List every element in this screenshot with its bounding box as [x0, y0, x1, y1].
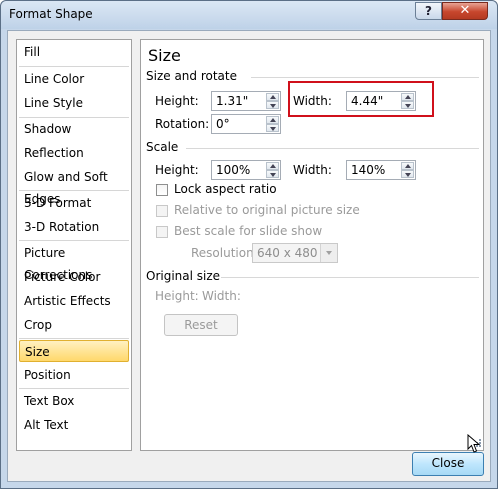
- title-bar[interactable]: Format Shape ? ✕: [1, 1, 497, 29]
- spin-up-icon[interactable]: [401, 93, 414, 101]
- nav-item-text-box[interactable]: Text Box: [19, 390, 129, 412]
- spin-down-icon[interactable]: [266, 124, 279, 132]
- nav-item-position[interactable]: Position: [19, 364, 129, 386]
- best-scale-label: Best scale for slide show: [174, 224, 323, 238]
- size-rotate-heading: Size and rotate: [146, 69, 237, 83]
- close-window-button[interactable]: ✕: [442, 2, 488, 20]
- original-height-label: Height:: [155, 289, 199, 303]
- nav-separator: [19, 388, 129, 389]
- format-shape-dialog: Format Shape ? ✕ Fill Line Color Line St…: [0, 0, 498, 489]
- section-rule: [186, 148, 479, 149]
- scale-width-value: 140%: [351, 163, 386, 177]
- width-label: Width:: [293, 94, 332, 108]
- close-button[interactable]: Close: [412, 452, 484, 476]
- window-title: Format Shape: [9, 7, 93, 21]
- nav-item-reflection[interactable]: Reflection: [19, 142, 129, 164]
- spin-down-icon[interactable]: [401, 101, 414, 109]
- reset-button: Reset: [164, 314, 238, 336]
- nav-separator: [19, 240, 129, 241]
- height-spinner[interactable]: 1.31": [211, 91, 281, 111]
- nav-item-glow-soft-edges[interactable]: Glow and Soft Edges: [19, 166, 129, 206]
- lock-aspect-checkbox[interactable]: [156, 184, 168, 196]
- rotation-value: 0°: [216, 117, 230, 131]
- spin-up-icon[interactable]: [266, 162, 279, 170]
- rotation-spinner[interactable]: 0°: [211, 114, 281, 134]
- height-label: Height:: [155, 94, 199, 108]
- resolution-value: 640 x 480: [257, 246, 318, 260]
- nav-item-shadow[interactable]: Shadow: [19, 118, 129, 140]
- best-scale-checkbox: [156, 226, 168, 238]
- nav-item-alt-text[interactable]: Alt Text: [19, 414, 129, 436]
- relative-original-label: Relative to original picture size: [174, 203, 360, 217]
- section-rule: [221, 277, 479, 278]
- spin-down-icon[interactable]: [401, 170, 414, 178]
- panel-title: Size: [148, 46, 181, 65]
- spin-up-icon[interactable]: [401, 162, 414, 170]
- size-panel: Size Size and rotate Height: 1.31" Width…: [140, 39, 484, 451]
- nav-item-3d-rotation[interactable]: 3-D Rotation: [19, 216, 129, 238]
- spin-up-icon[interactable]: [266, 93, 279, 101]
- scale-width-spinner[interactable]: 140%: [346, 160, 416, 180]
- original-width-label: Width:: [202, 289, 241, 303]
- help-button[interactable]: ?: [415, 2, 442, 20]
- mouse-cursor-icon: [467, 434, 481, 453]
- spin-up-icon[interactable]: [266, 116, 279, 124]
- lock-aspect-label[interactable]: Lock aspect ratio: [174, 182, 277, 196]
- nav-item-artistic-effects[interactable]: Artistic Effects: [19, 290, 129, 312]
- nav-item-size[interactable]: Size: [19, 340, 129, 362]
- original-size-heading: Original size: [146, 269, 221, 283]
- nav-item-crop[interactable]: Crop: [19, 314, 129, 336]
- width-value: 4.44": [351, 94, 384, 108]
- spin-down-icon[interactable]: [266, 101, 279, 109]
- resolution-dropdown: 640 x 480: [252, 243, 338, 263]
- height-value: 1.31": [216, 94, 249, 108]
- width-spinner[interactable]: 4.44": [346, 91, 416, 111]
- section-rule: [251, 77, 479, 78]
- scale-width-label: Width:: [293, 163, 332, 177]
- scale-height-label: Height:: [155, 163, 199, 177]
- nav-item-line-style[interactable]: Line Style: [19, 92, 129, 114]
- relative-original-checkbox: [156, 205, 168, 217]
- nav-item-picture-color[interactable]: Picture Color: [19, 266, 129, 288]
- nav-separator: [19, 190, 129, 191]
- scale-heading: Scale: [146, 140, 179, 154]
- nav-separator: [19, 66, 129, 67]
- scale-height-value: 100%: [216, 163, 251, 177]
- nav-item-fill[interactable]: Fill: [19, 41, 129, 63]
- dialog-client-area: Fill Line Color Line Style Shadow Reflec…: [7, 30, 491, 482]
- spin-down-icon[interactable]: [266, 170, 279, 178]
- nav-item-line-color[interactable]: Line Color: [19, 68, 129, 90]
- nav-item-picture-corrections[interactable]: Picture Corrections: [19, 242, 129, 282]
- nav-separator: [19, 338, 129, 339]
- resolution-label: Resolution: [191, 246, 254, 260]
- chevron-down-icon: [320, 244, 337, 262]
- nav-item-3d-format[interactable]: 3-D Format: [19, 192, 129, 214]
- category-list: Fill Line Color Line Style Shadow Reflec…: [16, 39, 132, 451]
- rotation-label: Rotation:: [155, 117, 210, 131]
- scale-height-spinner[interactable]: 100%: [211, 160, 281, 180]
